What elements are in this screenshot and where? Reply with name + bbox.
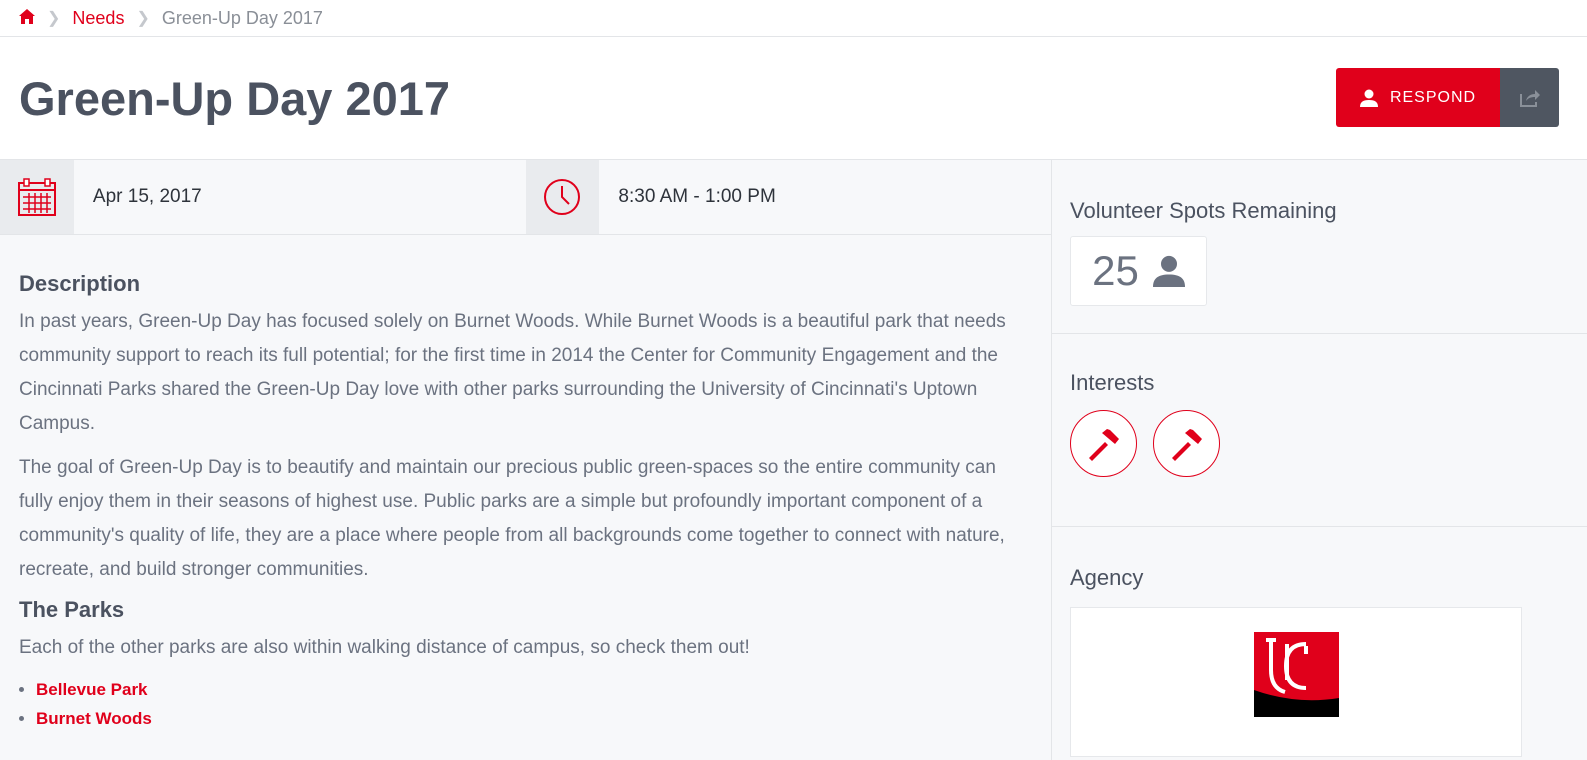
- chevron-right-icon: ❯: [136, 10, 150, 27]
- parks-intro: Each of the other parks are also within …: [19, 637, 750, 658]
- list-item: Burnet Woods: [36, 704, 1032, 733]
- chevron-right-icon: ❯: [47, 10, 61, 27]
- page-header: Green-Up Day 2017 RESPOND: [0, 37, 1587, 160]
- hammer-icon: [1088, 428, 1119, 461]
- hammer-icon: [1171, 428, 1202, 461]
- share-button[interactable]: [1500, 68, 1559, 127]
- user-icon: [1152, 255, 1185, 287]
- interests-heading: Interests: [1070, 370, 1155, 395]
- calendar-icon: [17, 178, 56, 216]
- share-icon: [1519, 89, 1540, 107]
- description-heading: Description: [19, 271, 141, 296]
- list-item: Bellevue Park: [36, 675, 1032, 704]
- breadcrumb-current: Green-Up Day 2017: [161, 7, 323, 28]
- home-icon[interactable]: [19, 8, 35, 29]
- parks-list: Bellevue Park Burnet Woods: [36, 675, 1032, 733]
- event-meta: Apr 15, 2017 8:30 AM - 1:00 PM: [0, 160, 1051, 235]
- agency-heading: Agency: [1070, 565, 1144, 590]
- event-time: 8:30 AM - 1:00 PM: [618, 186, 776, 207]
- park-link[interactable]: Burnet Woods: [36, 709, 152, 728]
- spots-remaining: 25: [1070, 236, 1207, 306]
- description-paragraph: The goal of Green-Up Day is to beautify …: [19, 457, 1005, 580]
- spots-count: 25: [1092, 247, 1139, 294]
- page-title: Green-Up Day 2017: [19, 72, 451, 125]
- description-paragraph: In past years, Green-Up Day has focused …: [19, 311, 1006, 434]
- interest-badge[interactable]: [1070, 410, 1137, 477]
- agency-logo: [1253, 632, 1339, 717]
- respond-label: RESPOND: [1389, 88, 1477, 106]
- event-date: Apr 15, 2017: [92, 186, 202, 207]
- interest-badge[interactable]: [1153, 410, 1221, 477]
- park-link[interactable]: Bellevue Park: [36, 680, 148, 699]
- clock-icon: [544, 179, 581, 215]
- user-icon: [1359, 89, 1378, 107]
- breadcrumb: ❯ Needs ❯ Green-Up Day 2017: [0, 0, 1587, 37]
- breadcrumb-needs[interactable]: Needs: [72, 8, 124, 29]
- parks-heading: The Parks: [19, 597, 125, 622]
- spots-heading: Volunteer Spots Remaining: [1070, 198, 1337, 223]
- respond-button[interactable]: RESPOND: [1336, 68, 1500, 127]
- agency-card[interactable]: [1070, 607, 1522, 757]
